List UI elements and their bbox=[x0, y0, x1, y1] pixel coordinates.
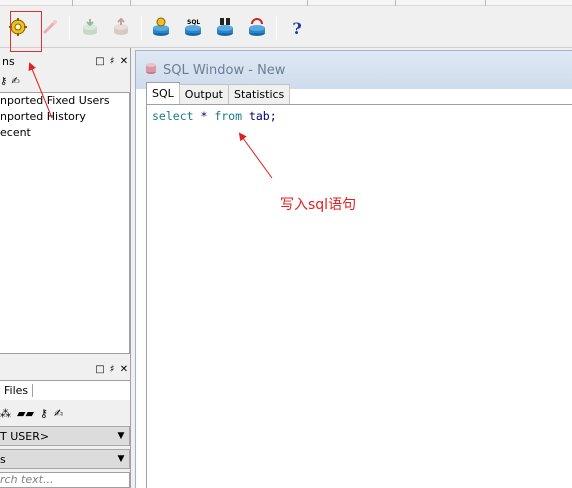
find-objects-button[interactable] bbox=[212, 14, 238, 42]
commit-button[interactable] bbox=[77, 14, 103, 42]
splitter[interactable] bbox=[130, 48, 134, 488]
menu-separator bbox=[485, 0, 486, 6]
tab-files[interactable]: Files bbox=[0, 384, 34, 397]
pin-icon[interactable]: ♯ bbox=[106, 364, 118, 375]
tree-item[interactable]: nported Fixed Users bbox=[0, 93, 129, 109]
database-down-icon bbox=[80, 17, 100, 40]
menu-strip bbox=[0, 0, 572, 6]
binoculars-icon[interactable]: ▰▰ bbox=[17, 407, 34, 420]
svg-text:SQL: SQL bbox=[187, 19, 200, 26]
sql-window-icon bbox=[144, 61, 158, 79]
key-icon[interactable]: ⚷ bbox=[0, 76, 7, 87]
tree-item[interactable]: ecent bbox=[0, 125, 129, 141]
refresh-button[interactable] bbox=[244, 14, 270, 42]
menu-separator bbox=[72, 0, 73, 6]
menu-separator bbox=[395, 0, 396, 6]
tab-sql[interactable]: SQL bbox=[146, 82, 180, 104]
chevron-down-icon: ▼ bbox=[117, 431, 125, 441]
sql-database-icon: SQL bbox=[182, 16, 204, 41]
type-select[interactable]: s ▼ bbox=[0, 449, 130, 469]
tab-statistics[interactable]: Statistics bbox=[228, 84, 291, 104]
objects-panel-header: ns □ ♯ ✕ bbox=[0, 52, 130, 70]
user-key-icon[interactable]: ✍ bbox=[11, 76, 19, 87]
menu-separator bbox=[130, 0, 131, 6]
database-user-icon bbox=[150, 16, 172, 41]
sql-code: select * from tab; bbox=[152, 109, 277, 123]
files-panel-toolbar: ⁂ ▰▰ ⚷ ✍ bbox=[0, 404, 130, 422]
restore-icon[interactable]: □ bbox=[94, 56, 106, 67]
menu-separator bbox=[307, 0, 308, 6]
help-button[interactable]: ? bbox=[284, 14, 310, 42]
binoculars-icon[interactable]: ⁂ bbox=[0, 407, 11, 420]
main-toolbar: SQL ? bbox=[0, 0, 572, 52]
pin-icon[interactable]: ♯ bbox=[106, 56, 118, 67]
key-icon[interactable]: ⚷ bbox=[40, 407, 48, 420]
objects-tree: nported Fixed Users nported History ecen… bbox=[0, 92, 130, 354]
user-select[interactable]: T USER> ▼ bbox=[0, 426, 130, 446]
close-icon[interactable]: ✕ bbox=[118, 364, 130, 375]
help-icon: ? bbox=[292, 18, 302, 38]
sql-editor[interactable]: select * from tab; bbox=[146, 104, 572, 488]
sql-window-title: SQL Window - New bbox=[163, 62, 286, 78]
annotation-text: 写入sql语句 bbox=[280, 197, 357, 213]
database-refresh-icon bbox=[246, 16, 268, 41]
binoculars-database-icon bbox=[214, 16, 236, 41]
logon-button[interactable] bbox=[148, 14, 174, 42]
tree-item[interactable]: nported History bbox=[0, 109, 129, 125]
sql-window-tabs: SQL Output Statistics bbox=[146, 82, 291, 104]
files-panel-tabs: Files bbox=[0, 380, 130, 400]
toolbar-separator bbox=[276, 16, 277, 40]
tab-output[interactable]: Output bbox=[178, 84, 229, 104]
panel-title: ns bbox=[2, 54, 15, 68]
user-key-icon[interactable]: ✍ bbox=[54, 407, 63, 420]
restore-icon[interactable]: □ bbox=[94, 364, 106, 375]
wand-icon bbox=[41, 18, 59, 39]
toolbar-separator bbox=[69, 16, 70, 40]
close-icon[interactable]: ✕ bbox=[118, 56, 130, 67]
search-input[interactable]: rch text... bbox=[0, 472, 130, 488]
toolbar-separator bbox=[141, 16, 142, 40]
sql-window: SQL Window - New SQL Output Statistics s… bbox=[135, 50, 572, 488]
objects-panel-toolbar: ⚷ ✍ bbox=[0, 72, 130, 90]
database-up-icon bbox=[111, 17, 131, 40]
rollback-button[interactable] bbox=[108, 14, 134, 42]
new-sql-window-button[interactable]: SQL bbox=[180, 14, 206, 42]
chevron-down-icon: ▼ bbox=[117, 454, 125, 464]
files-panel-header: □ ♯ ✕ bbox=[0, 360, 130, 378]
highlight-box bbox=[10, 11, 42, 52]
